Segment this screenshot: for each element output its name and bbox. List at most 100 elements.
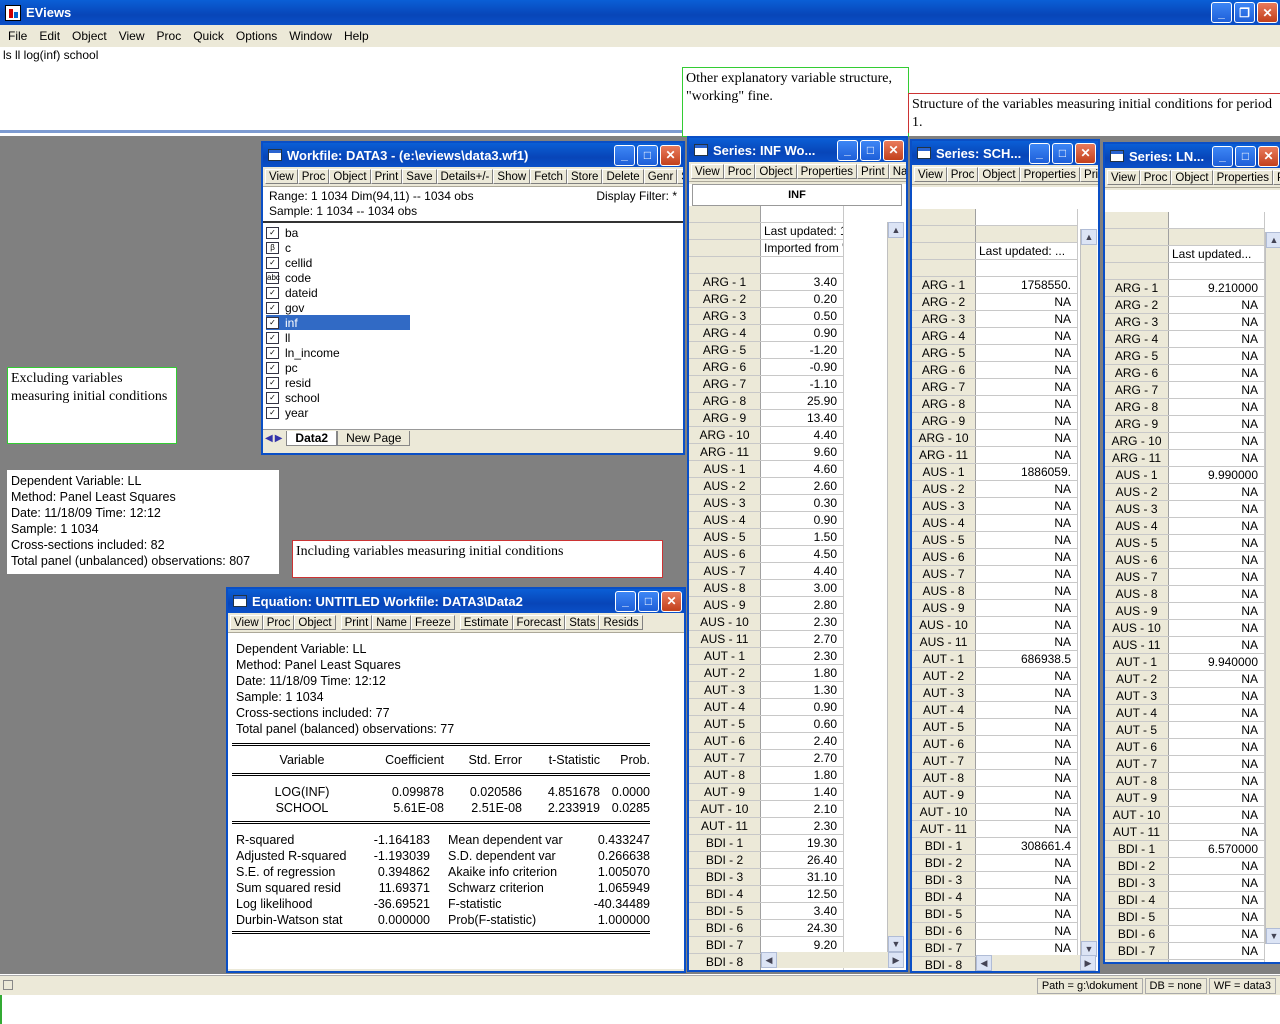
row-header[interactable]: AUS - 5: [912, 532, 976, 548]
maximize-icon[interactable]: □: [637, 144, 658, 166]
maximize-icon[interactable]: □: [638, 590, 659, 612]
table-row[interactable]: AUT - 5 0.60: [689, 716, 844, 733]
row-header[interactable]: AUS - 4: [912, 515, 976, 531]
value-cell[interactable]: NA: [976, 413, 1078, 429]
table-row[interactable]: BDI - 5 NA: [1105, 909, 1265, 926]
table-row[interactable]: ARG - 10 4.40: [689, 427, 844, 444]
toolbar-button-object[interactable]: Object: [755, 164, 797, 179]
series-ln-vscroll[interactable]: ▲ ▼: [1265, 232, 1280, 944]
value-cell[interactable]: 0.30: [761, 495, 844, 511]
value-cell[interactable]: NA: [976, 906, 1078, 922]
row-header[interactable]: AUS - 1: [689, 461, 761, 477]
row-header[interactable]: AUS - 8: [1105, 586, 1169, 602]
row-header[interactable]: BDI - 4: [1105, 892, 1169, 908]
table-row[interactable]: AUS - 3 NA: [1105, 501, 1265, 518]
row-header[interactable]: BDI - 7: [689, 937, 761, 953]
table-row[interactable]: AUT - 2 NA: [1105, 671, 1265, 688]
info-cell[interactable]: Last updated: ...: [976, 243, 1078, 259]
minimize-icon[interactable]: _: [1211, 2, 1232, 23]
table-row[interactable]: AUS - 9 2.80: [689, 597, 844, 614]
row-header[interactable]: ARG - 5: [912, 345, 976, 361]
row-header[interactable]: BDI - 5: [1105, 909, 1169, 925]
table-row[interactable]: AUT - 11 2.30: [689, 818, 844, 835]
table-row[interactable]: BDI - 3 NA: [1105, 875, 1265, 892]
row-header[interactable]: ARG - 6: [1105, 365, 1169, 381]
value-cell[interactable]: 4.50: [761, 546, 844, 562]
value-cell[interactable]: 2.40: [761, 733, 844, 749]
value-cell[interactable]: 0.20: [761, 291, 844, 307]
value-cell[interactable]: NA: [976, 634, 1078, 650]
series-sch-window[interactable]: Series: SCH... _ □ ✕ View Proc Object Propert…: [910, 139, 1100, 973]
table-row[interactable]: ARG - 3 NA: [912, 311, 1078, 328]
value-cell[interactable]: NA: [1169, 365, 1265, 381]
table-row[interactable]: AUS - 7 NA: [1105, 569, 1265, 586]
row-header[interactable]: BDI - 6: [912, 923, 976, 939]
toolbar-button-name[interactable]: Name: [888, 164, 906, 179]
table-row[interactable]: AUT - 4 NA: [1105, 705, 1265, 722]
table-row[interactable]: BDI - 3 NA: [912, 872, 1078, 889]
value-cell[interactable]: 3.00: [761, 580, 844, 596]
value-cell[interactable]: 25.90: [761, 393, 844, 409]
row-header[interactable]: ARG - 11: [912, 447, 976, 463]
toolbar-button-proc[interactable]: Proc: [946, 167, 979, 182]
value-cell[interactable]: NA: [1169, 586, 1265, 602]
series-sch-hscroll[interactable]: ◀ ▶: [976, 955, 1096, 971]
row-header[interactable]: AUT - 8: [689, 767, 761, 783]
table-row[interactable]: AUT - 5 NA: [912, 719, 1078, 736]
row-header[interactable]: ARG - 11: [1105, 450, 1169, 466]
value-cell[interactable]: NA: [976, 328, 1078, 344]
row-header[interactable]: AUS - 7: [912, 566, 976, 582]
value-cell[interactable]: 2.70: [761, 750, 844, 766]
row-header[interactable]: BDI - 4: [689, 886, 761, 902]
info-cell[interactable]: Last updated: 11/1...: [761, 223, 844, 239]
value-cell[interactable]: NA: [976, 549, 1078, 565]
value-cell[interactable]: NA: [1169, 926, 1265, 942]
value-cell[interactable]: 0.90: [761, 325, 844, 341]
table-row[interactable]: ARG - 10 NA: [1105, 433, 1265, 450]
table-row[interactable]: ARG - 7 NA: [912, 379, 1078, 396]
table-row[interactable]: AUS - 2 2.60: [689, 478, 844, 495]
value-cell[interactable]: 6.570000: [1169, 841, 1265, 857]
table-row[interactable]: AUT - 11 NA: [912, 821, 1078, 838]
row-header[interactable]: ARG - 4: [689, 325, 761, 341]
value-cell[interactable]: 0.90: [761, 512, 844, 528]
table-row[interactable]: BDI - 6 NA: [1105, 926, 1265, 943]
series-inf-vscroll[interactable]: ▲ ▼: [887, 222, 904, 952]
series-sch-titlebar[interactable]: Series: SCH... _ □ ✕: [912, 141, 1098, 165]
value-cell[interactable]: NA: [1169, 518, 1265, 534]
table-row[interactable]: AUS - 5 NA: [1105, 535, 1265, 552]
toolbar-button-name[interactable]: Name: [372, 615, 411, 630]
table-row[interactable]: AUS - 10 2.30: [689, 614, 844, 631]
value-cell[interactable]: 686938.5: [976, 651, 1078, 667]
toolbar-button-properties[interactable]: Properties: [1212, 170, 1274, 185]
equation-titlebar[interactable]: Equation: UNTITLED Workfile: DATA3\Data2…: [228, 589, 684, 613]
value-cell[interactable]: NA: [1169, 790, 1265, 806]
row-header[interactable]: ARG - 3: [689, 308, 761, 324]
row-header[interactable]: ARG - 1: [912, 277, 976, 293]
table-row[interactable]: AUT - 4 NA: [912, 702, 1078, 719]
table-row[interactable]: AUS - 9 NA: [912, 600, 1078, 617]
row-header[interactable]: BDI - 8: [912, 957, 976, 971]
table-row[interactable]: BDI - 6 NA: [912, 923, 1078, 940]
row-header[interactable]: AUT - 9: [1105, 790, 1169, 806]
workfile-object-ll[interactable]: ✓ ll: [266, 330, 410, 345]
table-row[interactable]: BDI - 4 12.50: [689, 886, 844, 903]
table-row[interactable]: AUS - 1 4.60: [689, 461, 844, 478]
row-header[interactable]: AUS - 4: [1105, 518, 1169, 534]
table-row[interactable]: AUT - 5 NA: [1105, 722, 1265, 739]
value-cell[interactable]: NA: [1169, 858, 1265, 874]
table-row[interactable]: ARG - 4 NA: [912, 328, 1078, 345]
table-row[interactable]: AUS - 11 NA: [1105, 637, 1265, 654]
row-header[interactable]: ARG - 10: [1105, 433, 1169, 449]
scroll-right-icon[interactable]: ▶: [1080, 955, 1096, 971]
value-cell[interactable]: 31.10: [761, 869, 844, 885]
row-header[interactable]: ARG - 3: [912, 311, 976, 327]
row-header[interactable]: AUS - 4: [689, 512, 761, 528]
row-header[interactable]: AUS - 8: [689, 580, 761, 596]
row-header[interactable]: BDI - 2: [689, 852, 761, 868]
toolbar-button-proc[interactable]: Proc: [262, 615, 295, 630]
toolbar-button-forecast[interactable]: Forecast: [512, 615, 566, 630]
row-header[interactable]: AUT - 6: [1105, 739, 1169, 755]
value-cell[interactable]: NA: [1169, 399, 1265, 415]
toolbar-button-proc[interactable]: Proc: [297, 169, 330, 184]
